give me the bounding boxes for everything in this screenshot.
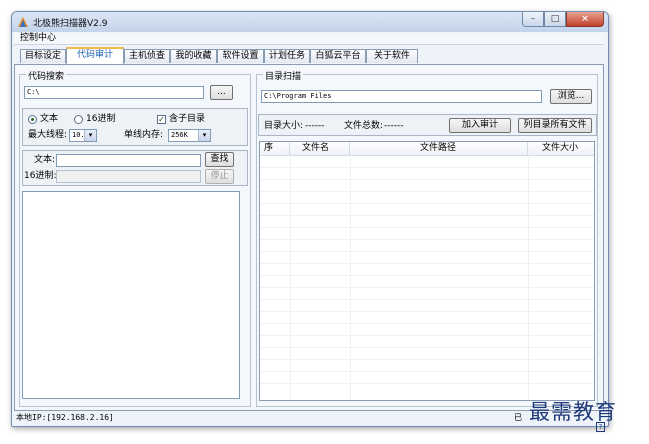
tab-whitefox-cloud[interactable]: 白狐云平台 (310, 49, 366, 63)
column-file-path[interactable]: 文件路径 (350, 142, 528, 155)
grid-line (260, 287, 594, 288)
tab-code-audit[interactable]: 代码审计 (66, 47, 124, 64)
code-audit-panel: 代码搜索 C:\ ... 文本 16进制 ✓ 含子目录 最大线程: 10... … (14, 64, 604, 411)
title-bar[interactable]: 北极熊扫描器V2.9 – □ × (12, 12, 608, 32)
radio-text-label: 文本 (40, 114, 59, 124)
single-thread-memory-value: 256K (171, 131, 188, 139)
grid-line (260, 251, 594, 252)
code-search-group: 代码搜索 C:\ ... 文本 16进制 ✓ 含子目录 最大线程: 10... … (19, 69, 251, 407)
list-all-files-button[interactable]: 列目录所有文件 (518, 118, 592, 133)
text-label: 文本: (34, 155, 56, 165)
polar-bear-app-icon (18, 17, 28, 27)
dir-browse-button[interactable]: 浏览... (550, 89, 592, 104)
grid-line (260, 335, 594, 336)
max-threads-label: 最大线程: (28, 130, 68, 140)
grid-line (260, 239, 594, 240)
radio-hex[interactable] (74, 115, 83, 124)
file-list-view[interactable]: 序 文件名 文件路径 文件大小 (259, 141, 595, 401)
close-button[interactable]: × (566, 12, 604, 27)
grid-line (260, 323, 594, 324)
tab-my-favorites[interactable]: 我的收藏 (170, 49, 217, 63)
tab-host-recon[interactable]: 主机侦查 (124, 49, 170, 63)
grid-line (260, 203, 594, 204)
radio-text[interactable] (28, 115, 37, 124)
file-list-header: 序 文件名 文件路径 文件大小 (260, 142, 594, 156)
total-files-value: ------ (384, 121, 404, 131)
menu-bar: 控制中心 (14, 33, 604, 45)
main-window: 北极熊扫描器V2.9 – □ × 控制中心 目标设定 代码审计 主机侦查 我的收… (11, 11, 609, 427)
chevron-down-icon: ▾ (84, 130, 96, 141)
local-ip-status: 本地IP:[192.168.2.16] (16, 413, 114, 422)
column-index[interactable]: 序 (260, 142, 290, 155)
grid-line (260, 227, 594, 228)
radio-hex-label: 16进制 (86, 114, 116, 124)
total-files-label: 文件总数: (344, 121, 384, 131)
status-bar: 本地IP:[192.168.2.16] 已 (14, 411, 604, 425)
max-threads-select[interactable]: 10... ▾ (69, 129, 97, 142)
search-path-input[interactable]: C:\ (24, 86, 204, 99)
include-subdir-label: 含子目录 (169, 114, 206, 124)
window-title: 北极熊扫描器V2.9 (33, 19, 108, 29)
search-results-area[interactable] (22, 191, 240, 399)
grid-line (260, 167, 594, 168)
grid-line (260, 383, 594, 384)
caption-buttons: – □ × (522, 12, 604, 28)
search-hex-input[interactable] (56, 170, 201, 183)
grid-line (260, 359, 594, 360)
menu-control-center[interactable]: 控制中心 (20, 33, 56, 44)
hex-label: 16进制: (24, 171, 57, 181)
dir-path-input[interactable]: C:\Program Files (261, 90, 542, 103)
find-button[interactable]: 查找 (205, 152, 234, 167)
search-text-input[interactable] (56, 154, 201, 167)
grid-line (260, 371, 594, 372)
dir-scan-group: 目录扫描 C:\Program Files 浏览... 目录大小: ------… (256, 69, 598, 407)
chevron-down-icon: ▾ (198, 130, 210, 141)
column-file-size[interactable]: 文件大小 (528, 142, 594, 155)
dir-scan-title: 目录扫描 (263, 69, 304, 82)
maximize-button[interactable]: □ (544, 12, 566, 27)
dir-size-label: 目录大小: (264, 121, 304, 131)
single-thread-memory-select[interactable]: 256K ▾ (168, 129, 211, 142)
watermark-mark: ? (596, 422, 605, 432)
grid-line (260, 191, 594, 192)
grid-line (260, 299, 594, 300)
tab-target-settings[interactable]: 目标设定 (20, 49, 66, 63)
search-text-box: 文本: 查找 16进制: 停止 (22, 150, 248, 186)
column-file-name[interactable]: 文件名 (290, 142, 350, 155)
grid-line (260, 263, 594, 264)
grid-line (260, 347, 594, 348)
include-subdir-checkbox[interactable]: ✓ (157, 115, 166, 124)
minimize-button[interactable]: – (522, 12, 544, 27)
stop-button[interactable]: 停止 (205, 169, 234, 184)
add-audit-button[interactable]: 加入审计 (449, 118, 511, 133)
status-right-text: 已 (514, 413, 522, 422)
grid-line (260, 311, 594, 312)
dir-size-value: ------ (305, 121, 325, 131)
grid-line (260, 275, 594, 276)
tab-scheduled-tasks[interactable]: 计划任务 (264, 49, 310, 63)
tab-about[interactable]: 关于软件 (366, 49, 418, 63)
search-options-box: 文本 16进制 ✓ 含子目录 最大线程: 10... ▾ 单线内存: 256K … (22, 108, 248, 146)
code-search-title: 代码搜索 (26, 69, 67, 82)
grid-line (260, 179, 594, 180)
grid-line (260, 215, 594, 216)
search-path-browse-button[interactable]: ... (210, 85, 233, 100)
tab-software-settings[interactable]: 软件设置 (217, 49, 264, 63)
single-thread-memory-label: 单线内存: (124, 130, 164, 140)
dir-info-box: 目录大小: ------ 文件总数: ------ 加入审计 列目录所有文件 (258, 114, 597, 136)
